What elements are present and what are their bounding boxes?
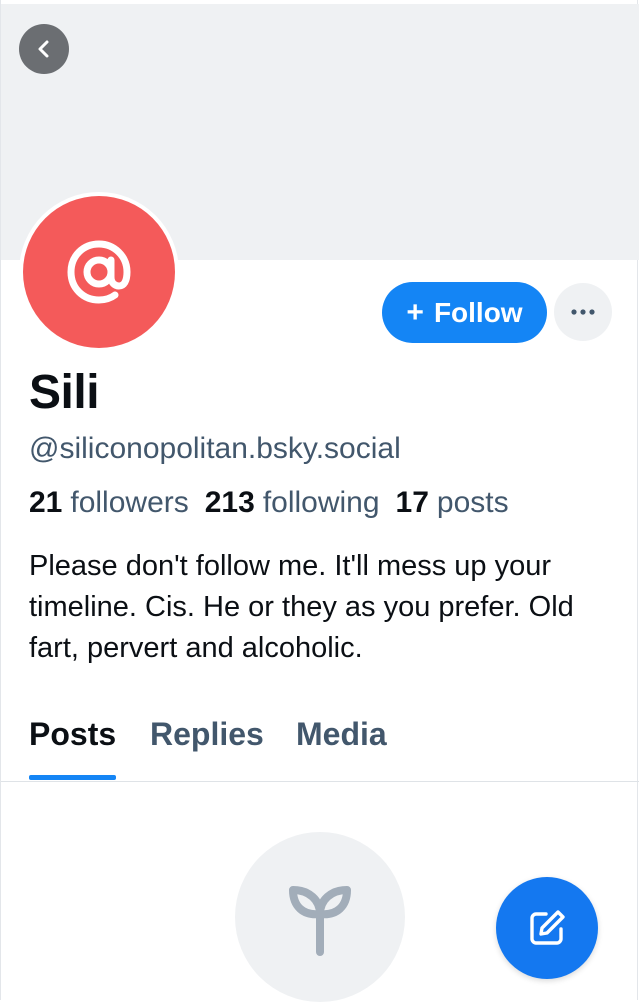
at-sign-icon (67, 240, 131, 304)
back-button[interactable] (19, 24, 69, 74)
followers-stat[interactable]: 21 followers (29, 486, 189, 520)
avatar-image (23, 196, 175, 348)
follow-button[interactable]: + Follow (382, 282, 547, 343)
seedling-icon (289, 886, 351, 956)
empty-state-illustration (235, 832, 405, 1002)
profile-stats: 21 followers 213 following 17 posts (29, 486, 509, 520)
display-name: Sili (29, 366, 100, 419)
posts-label: posts (436, 486, 509, 519)
profile-handle: @siliconopolitan.bsky.social (29, 432, 401, 465)
avatar[interactable] (19, 192, 179, 352)
posts-stat: 17 posts (396, 486, 509, 520)
tabs-divider (1, 781, 639, 782)
profile-bio: Please don't follow me. It'll mess up yo… (29, 550, 574, 664)
following-stat[interactable]: 213 following (205, 486, 380, 520)
more-options-button[interactable] (554, 283, 612, 341)
plus-icon: + (406, 295, 424, 329)
active-tab-indicator (29, 775, 116, 780)
profile-tabs: Posts Replies Media (1, 712, 639, 782)
following-label: following (262, 486, 380, 519)
tab-media[interactable]: Media (296, 716, 387, 753)
compose-button[interactable] (496, 877, 598, 979)
following-count: 213 (204, 486, 255, 519)
chevron-left-icon (38, 40, 49, 58)
compose-icon (530, 910, 565, 945)
ellipsis-icon (571, 309, 595, 315)
posts-count: 17 (395, 486, 429, 519)
follow-button-label: Follow (433, 296, 523, 328)
followers-label: followers (70, 486, 189, 519)
profile-screen: + Follow Sili @siliconopolitan.bsky.soci… (0, 0, 639, 1002)
followers-count: 21 (29, 486, 63, 519)
tab-posts[interactable]: Posts (29, 716, 116, 753)
tab-replies[interactable]: Replies (150, 716, 264, 753)
